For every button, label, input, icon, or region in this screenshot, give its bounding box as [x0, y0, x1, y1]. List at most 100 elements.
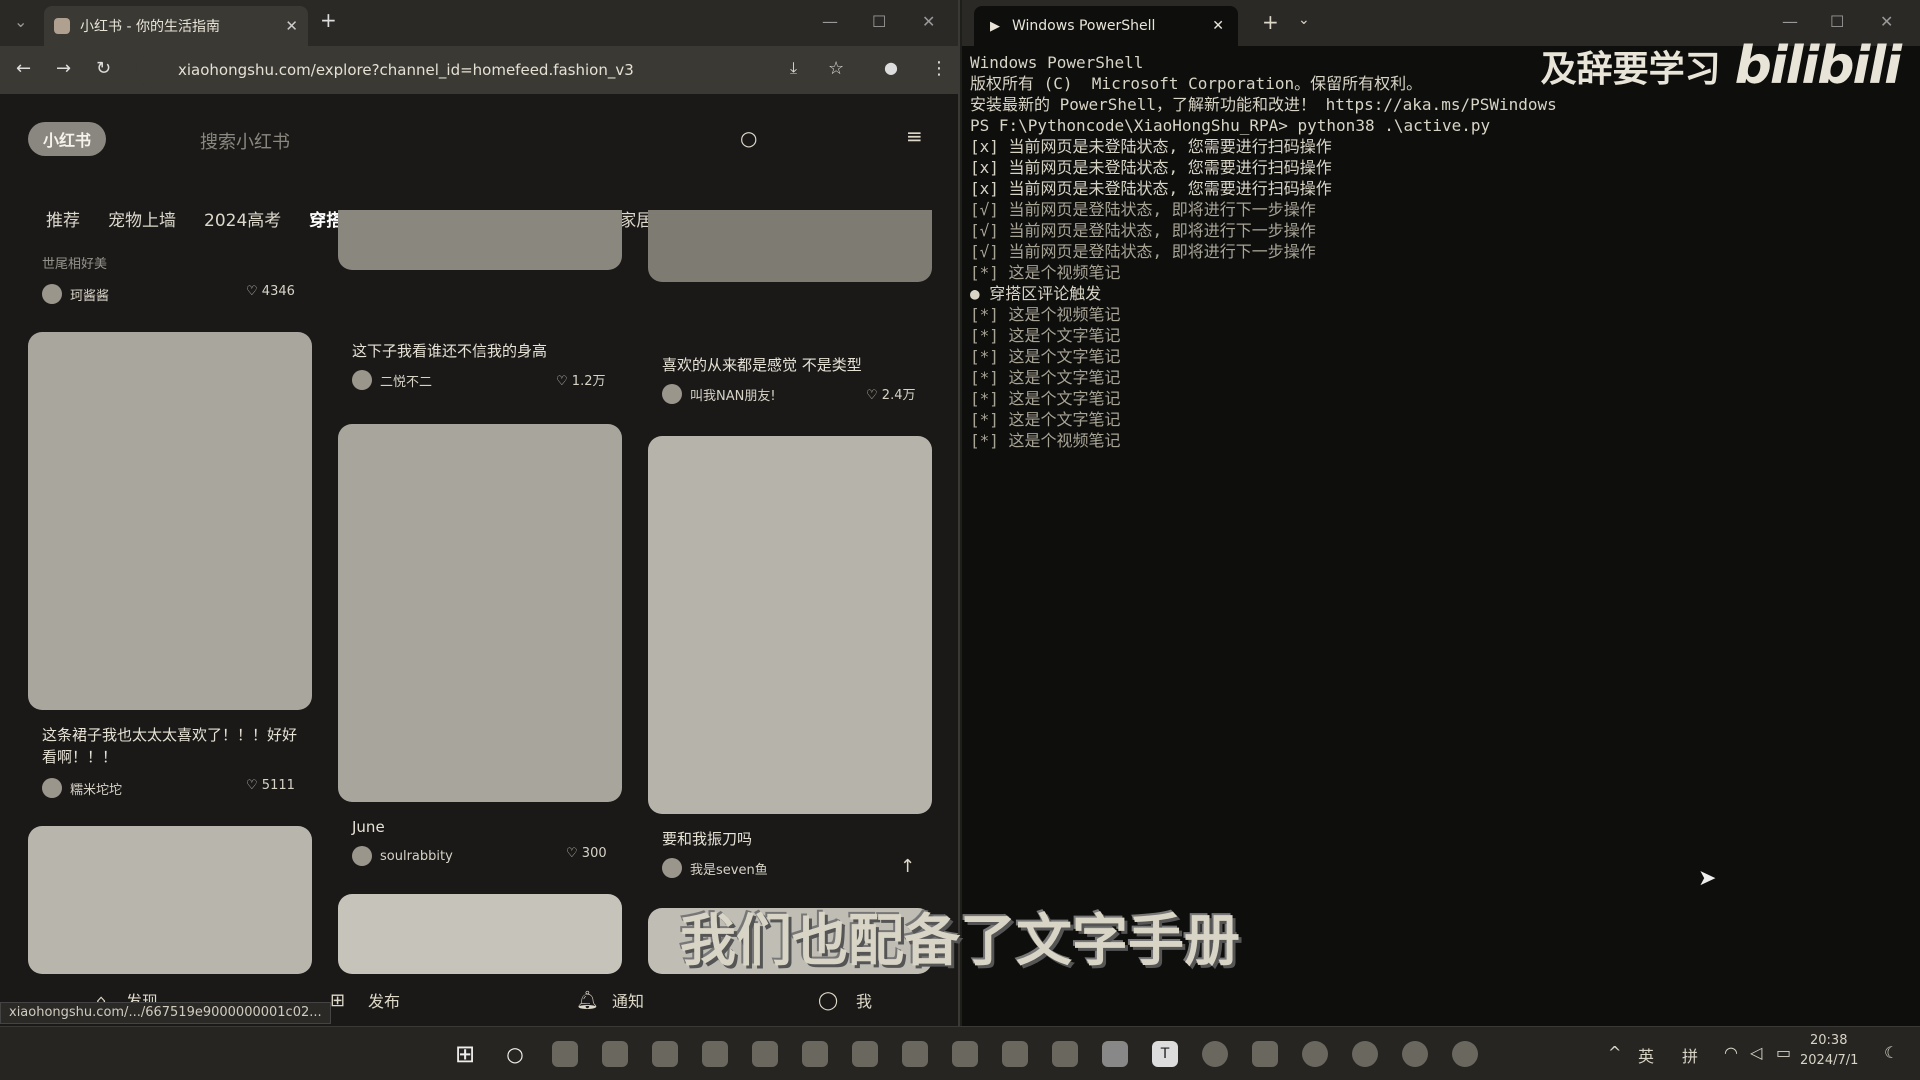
new-tab-icon[interactable]: + [320, 8, 337, 32]
card-title[interactable]: 喜欢的从来都是感觉 不是类型 [662, 354, 862, 376]
terminal-line: [√] 当前网页是登陆状态, 即将进行下一步操作 [970, 200, 1316, 219]
battery-icon[interactable]: ▭ [1776, 1043, 1791, 1062]
card-author[interactable]: 珂酱酱 [42, 284, 109, 304]
tab-gaokao[interactable]: 2024高考 [204, 206, 281, 231]
card-author[interactable]: 糯米坨坨 [42, 778, 122, 798]
tab-pets[interactable]: 宠物上墙 [108, 206, 176, 231]
new-tab-icon[interactable]: + [1262, 10, 1279, 34]
terminal-tab-title: Windows PowerShell [1012, 18, 1156, 34]
card-author[interactable]: soulrabbity [352, 846, 453, 866]
minimize-icon[interactable]: — [1782, 12, 1798, 31]
card-title[interactable]: 这条裙子我也太太太喜欢了！！！好好看啊！！！ [42, 724, 302, 768]
card-image[interactable] [338, 894, 622, 974]
app-icon[interactable] [902, 1041, 928, 1067]
close-tab-icon[interactable]: ✕ [1212, 18, 1224, 34]
magnifier-icon[interactable] [1002, 1041, 1028, 1067]
nav-notify[interactable]: 通知 [612, 988, 644, 1012]
terminal-line: PS F:\Pythoncode\XiaoHongShu_RPA> python… [970, 116, 1491, 135]
volume-icon[interactable]: ◁ [1750, 1043, 1762, 1062]
back-to-top-icon[interactable]: ↑ [900, 856, 915, 877]
card-image[interactable] [648, 210, 932, 282]
card-image[interactable] [338, 424, 622, 802]
bell-icon[interactable]: 🔔︎ [576, 990, 599, 1011]
xiaohongshu-page: 小红书 搜索小红书 ○ ≡ 推荐 宠物上墙 2024高考 穿搭 美食 彩妆 影视… [0, 94, 958, 1026]
nav-me[interactable]: 我 [856, 988, 872, 1012]
terminal-icon[interactable] [1102, 1041, 1128, 1067]
nav-publish[interactable]: 发布 [368, 988, 400, 1012]
card-title[interactable]: 这下子我看谁还不信我的身高 [352, 340, 547, 362]
like-count[interactable]: ♡ 300 [566, 846, 607, 861]
card-title[interactable]: 要和我振刀吗 [662, 828, 752, 850]
wechat-icon[interactable] [1052, 1041, 1078, 1067]
app-icon[interactable] [1402, 1041, 1428, 1067]
app-icon[interactable] [1452, 1041, 1478, 1067]
app-icon[interactable] [852, 1041, 878, 1067]
app-icon[interactable] [1202, 1041, 1228, 1067]
pycharm-icon[interactable] [652, 1041, 678, 1067]
like-count[interactable]: ♡ 2.4万 [866, 384, 915, 403]
card-image[interactable] [338, 210, 622, 270]
like-count[interactable]: ♡ 1.2万 [556, 370, 605, 389]
folder-icon[interactable] [1252, 1041, 1278, 1067]
card-author[interactable]: 二悦不二 [352, 370, 432, 390]
card-title[interactable]: 世尾相好美 [42, 254, 107, 276]
card-image[interactable] [28, 826, 312, 974]
word-icon[interactable] [802, 1041, 828, 1067]
typora-icon[interactable]: T [1152, 1041, 1178, 1067]
link-status-bar: xiaohongshu.com/.../667519e9000000001c02… [0, 1002, 331, 1024]
forward-icon[interactable]: → [56, 58, 71, 79]
tab-recommend[interactable]: 推荐 [46, 206, 80, 231]
author-name: soulrabbity [380, 848, 453, 864]
tab-search-icon[interactable]: ⌄ [14, 12, 27, 31]
like-count[interactable]: ♡ 4346 [246, 284, 295, 299]
clock-date[interactable]: 2024/7/1 [1800, 1053, 1858, 1068]
clock-time[interactable]: 20:38 [1810, 1033, 1847, 1048]
maximize-icon[interactable]: ☐ [1830, 12, 1844, 31]
profile-icon[interactable]: ● [884, 58, 898, 77]
tray-expand-icon[interactable]: ^ [1608, 1043, 1621, 1062]
menu-kebab-icon[interactable]: ⋮ [930, 58, 948, 79]
vscode-icon[interactable] [752, 1041, 778, 1067]
url-field[interactable]: xiaohongshu.com/explore?channel_id=homef… [136, 52, 846, 88]
card-image[interactable] [28, 332, 312, 710]
wifi-icon[interactable]: ◠ [1724, 1043, 1738, 1062]
notification-icon[interactable]: ☾ [1884, 1043, 1898, 1062]
browser-tab[interactable]: 小红书 - 你的生活指南 ✕ [44, 6, 308, 46]
terminal-tab[interactable]: ▶ Windows PowerShell ✕ [974, 6, 1238, 46]
close-window-icon[interactable]: ✕ [1880, 12, 1893, 31]
like-count[interactable]: ♡ 5111 [246, 778, 295, 793]
back-icon[interactable]: ← [16, 58, 31, 79]
card-author[interactable]: 叫我NAN朋友! [662, 384, 776, 404]
card-title[interactable]: June [352, 816, 385, 838]
install-icon[interactable]: ⤓ [790, 58, 797, 78]
task-view-icon[interactable] [552, 1041, 578, 1067]
address-toolbar: ← → ↻ xiaohongshu.com/explore?channel_id… [0, 46, 958, 94]
reload-icon[interactable]: ↻ [96, 58, 111, 79]
search-icon[interactable]: ○ [740, 126, 757, 150]
bookmark-star-icon[interactable]: ☆ [828, 58, 844, 79]
search-input[interactable]: 搜索小红书 [200, 128, 290, 154]
user-icon[interactable]: ◯ [818, 990, 838, 1011]
maximize-icon[interactable]: ☐ [872, 12, 886, 31]
publish-icon[interactable]: ⊞ [330, 990, 345, 1011]
minimize-icon[interactable]: — [822, 12, 838, 31]
terminal-output[interactable]: Windows PowerShell 版权所有 (C) Microsoft Cor… [970, 52, 1557, 451]
card-image[interactable] [648, 436, 932, 814]
dropdown-icon[interactable]: ⌄ [1298, 12, 1310, 28]
start-icon[interactable]: ⊞ [452, 1040, 478, 1068]
site-logo[interactable]: 小红书 [28, 122, 106, 156]
player-icon[interactable] [1302, 1041, 1328, 1067]
ime-mode[interactable]: 拼 [1682, 1043, 1698, 1067]
hamburger-menu-icon[interactable]: ≡ [906, 124, 923, 148]
terminal-line: [*] 这是个视频笔记 [970, 431, 1121, 450]
app-icon[interactable] [1352, 1041, 1378, 1067]
ime-language[interactable]: 英 [1638, 1043, 1654, 1067]
edge-icon[interactable] [602, 1041, 628, 1067]
close-tab-icon[interactable]: ✕ [285, 17, 298, 35]
card-author[interactable]: 我是seven鱼 [662, 858, 768, 878]
app-icon[interactable] [952, 1041, 978, 1067]
chrome-icon[interactable] [702, 1041, 728, 1067]
url-text: xiaohongshu.com/explore?channel_id=homef… [178, 61, 634, 79]
search-icon[interactable]: ○ [502, 1041, 528, 1067]
close-window-icon[interactable]: ✕ [922, 12, 935, 31]
